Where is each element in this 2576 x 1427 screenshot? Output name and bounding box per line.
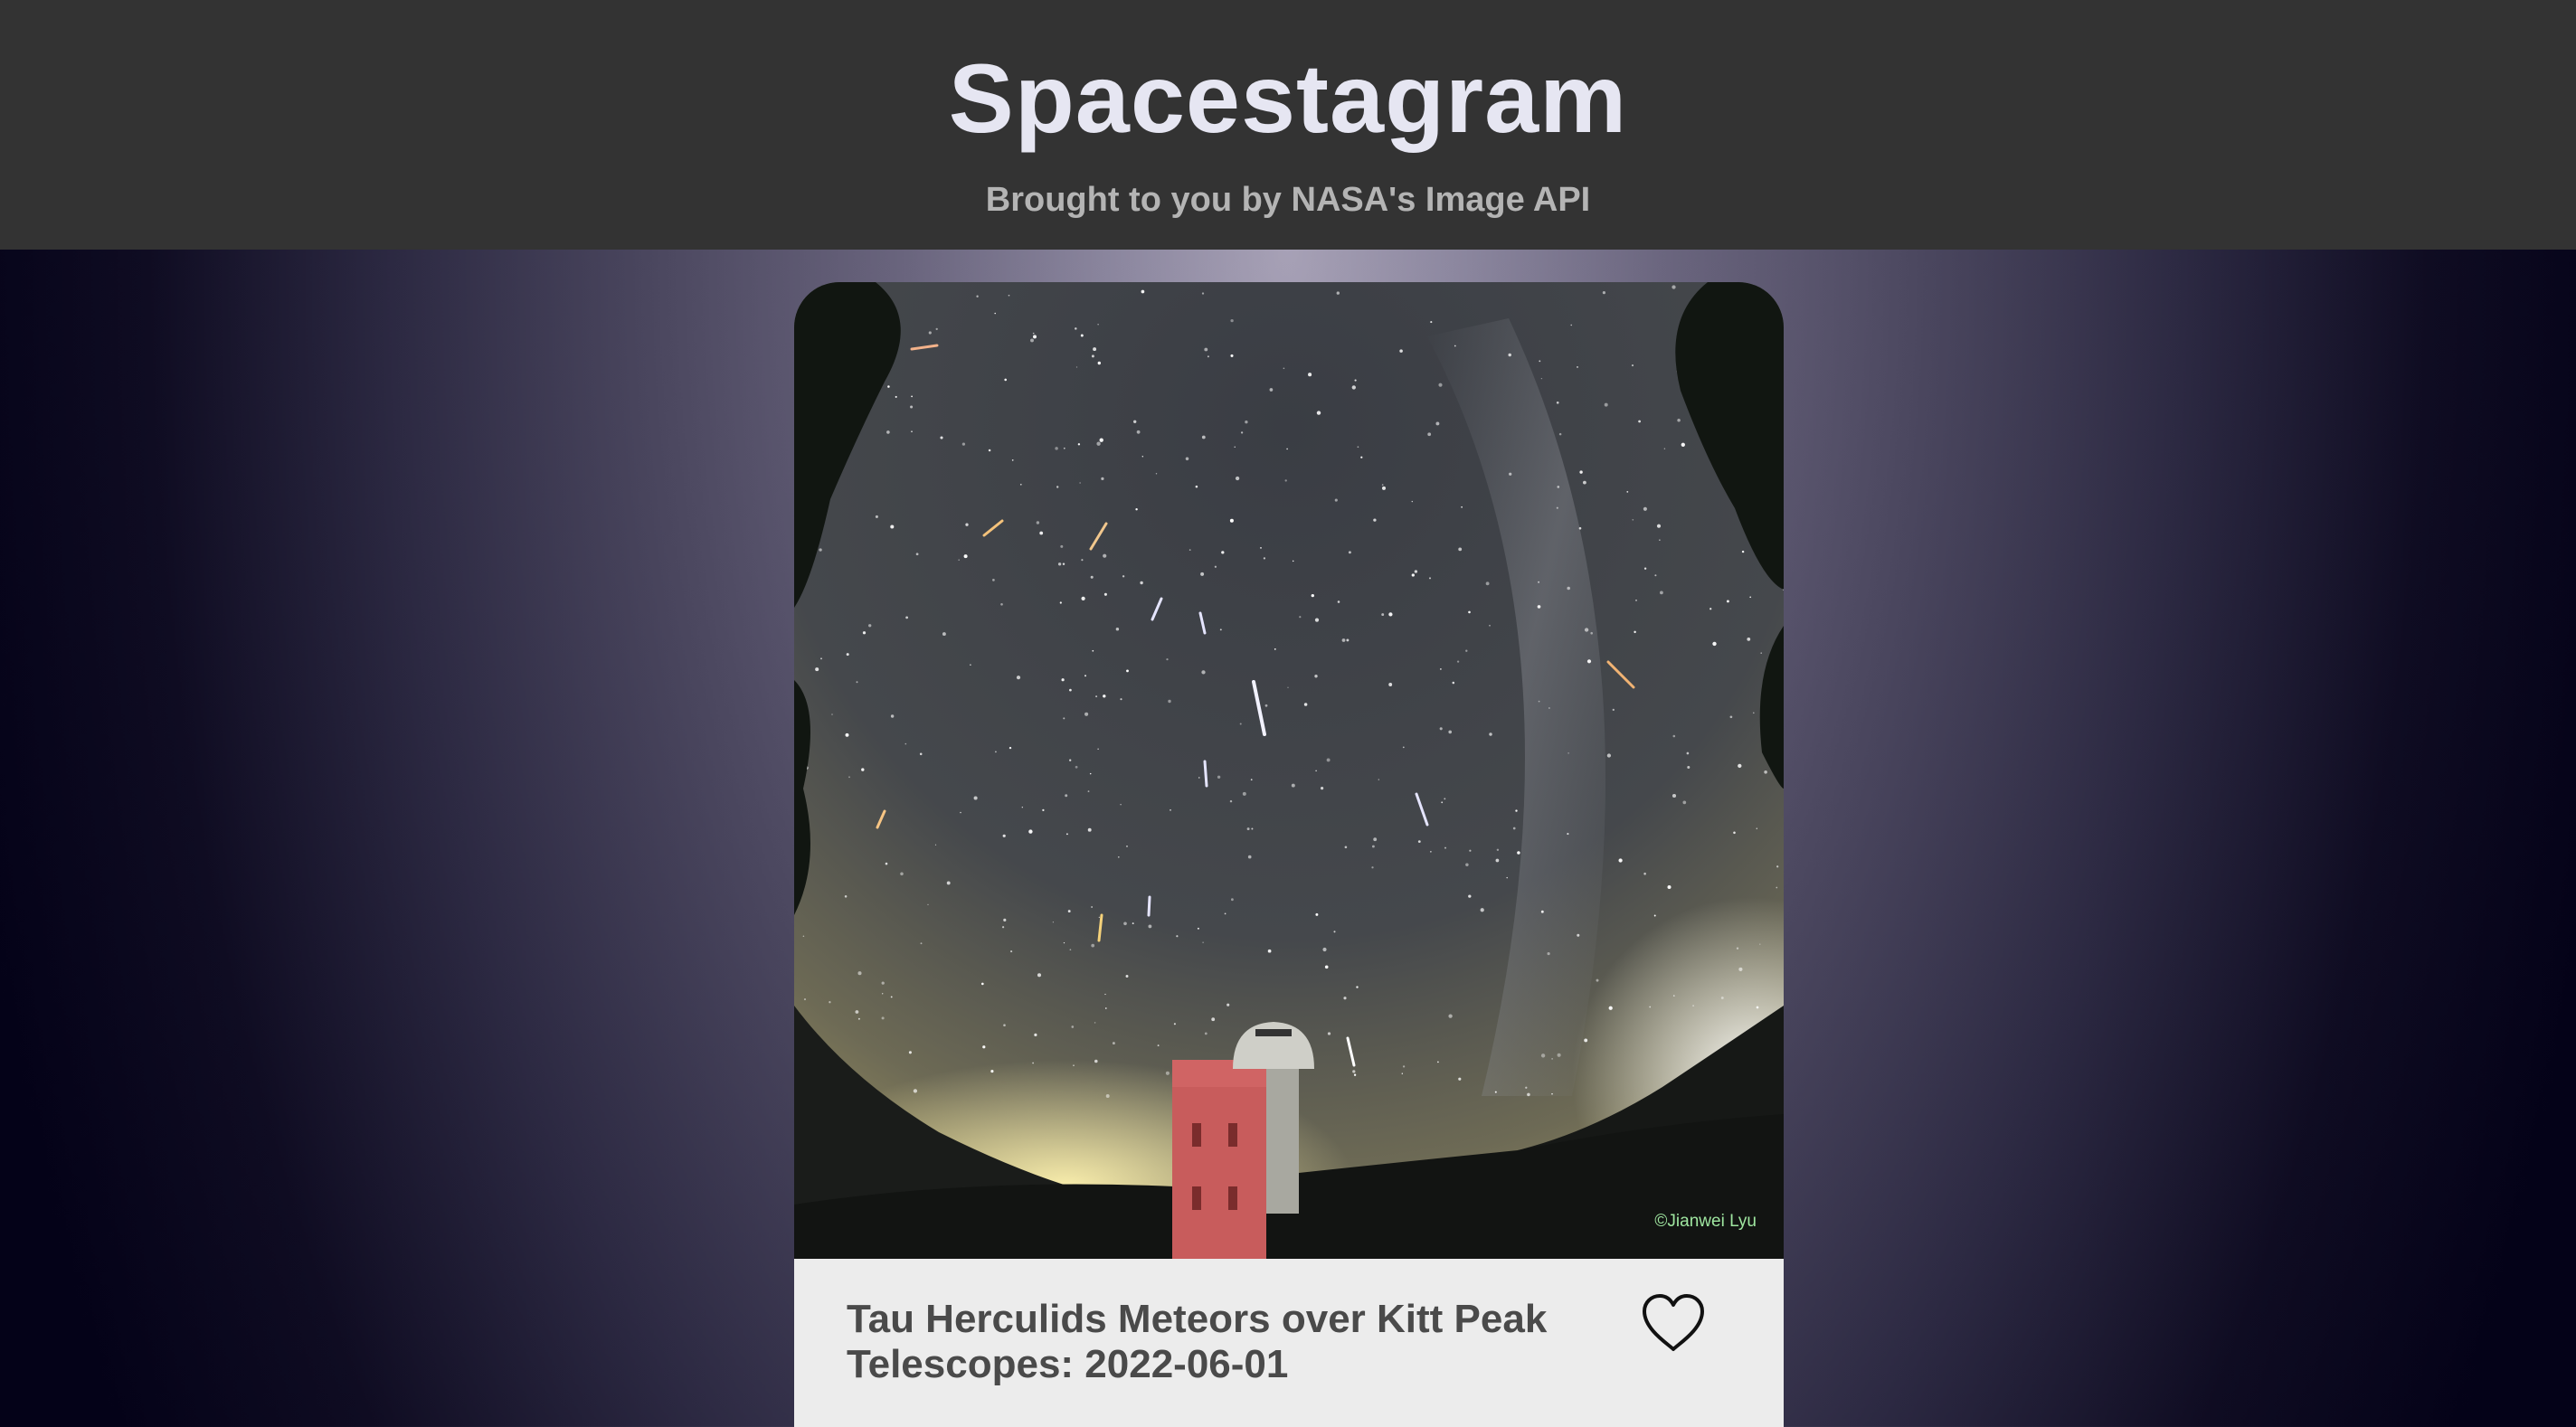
photo-watermark: ©Jianwei Lyu [1654, 1212, 1757, 1231]
site-header: Spacestagram Brought to you by NASA's Im… [0, 0, 2576, 250]
site-title: Spacestagram [948, 43, 1628, 153]
post-title: Tau Herculids Meteors over Kitt Peak Tel… [847, 1297, 1548, 1386]
post-image: ©Jianwei Lyu [794, 282, 1784, 1259]
post-card: ©Jianwei Lyu Tau Herculids Meteors over … [794, 282, 1784, 1427]
site-subtitle: Brought to you by NASA's Image API [985, 181, 1591, 219]
like-button[interactable] [1641, 1293, 1706, 1353]
post-footer: Tau Herculids Meteors over Kitt Peak Tel… [794, 1259, 1784, 1427]
heart-outline-icon [1643, 1294, 1704, 1351]
